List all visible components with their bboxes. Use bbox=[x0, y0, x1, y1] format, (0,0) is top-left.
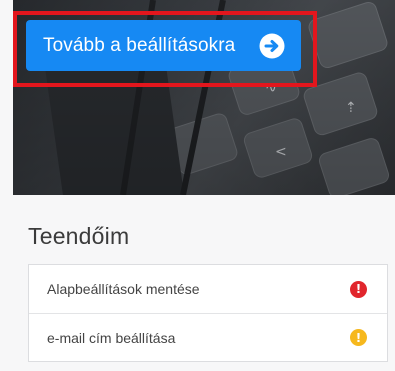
todo-list: Alapbeállítások mentése ! e-mail cím beá… bbox=[28, 264, 388, 362]
arrow-right-circle-icon bbox=[259, 33, 285, 59]
continue-to-settings-label: Tovább a beállításokra bbox=[43, 34, 236, 56]
continue-to-settings-button[interactable]: Tovább a beállításokra bbox=[26, 20, 301, 71]
exclamation-circle-icon: ! bbox=[350, 329, 367, 346]
todos-title: Teendőim bbox=[28, 223, 130, 249]
todo-item-basic-settings[interactable]: Alapbeállítások mentése ! bbox=[29, 265, 387, 313]
todo-item-label: Alapbeállítások mentése bbox=[47, 281, 200, 297]
page: ∿ ⇡ < Tovább a beállításokra Teendőim Al… bbox=[0, 0, 395, 371]
todo-item-email-settings[interactable]: e-mail cím beállítása ! bbox=[29, 313, 387, 361]
todo-item-label: e-mail cím beállítása bbox=[47, 329, 176, 346]
exclamation-circle-icon: ! bbox=[350, 280, 367, 298]
